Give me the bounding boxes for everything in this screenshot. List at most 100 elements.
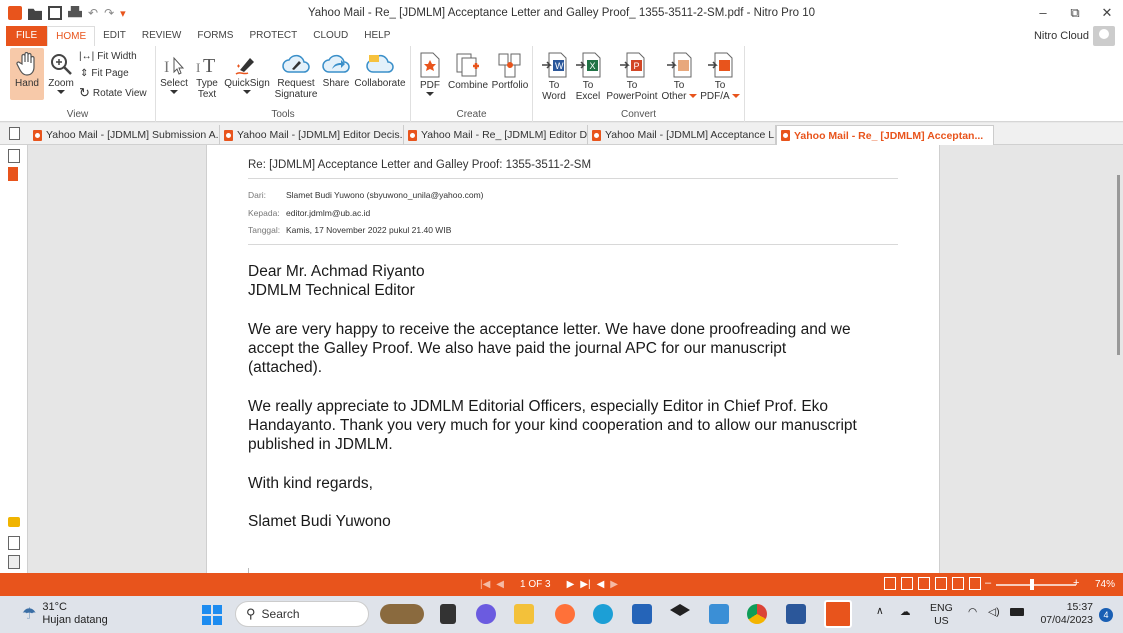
word-app-icon[interactable] xyxy=(786,604,806,624)
beaver-widget-icon[interactable] xyxy=(380,604,424,624)
svg-text:X: X xyxy=(590,61,596,71)
tab-forms[interactable]: FORMS xyxy=(189,26,241,46)
dropbox-icon[interactable] xyxy=(670,604,690,616)
continuous-page-icon[interactable] xyxy=(901,577,913,590)
taskbar-search[interactable]: ⚲ Search xyxy=(235,601,369,627)
account-area[interactable]: Nitro Cloud xyxy=(1034,26,1115,46)
zoom-level[interactable]: 74% xyxy=(1095,579,1115,590)
onedrive-icon[interactable]: ☁ xyxy=(900,606,911,618)
edge-icon[interactable] xyxy=(593,604,613,624)
nitro-app-icon[interactable] xyxy=(824,600,852,628)
last-page-icon[interactable]: ▶| xyxy=(580,579,590,590)
quicksign-button[interactable]: QuickSign xyxy=(224,52,270,94)
first-page-icon[interactable]: |◀ xyxy=(480,579,490,590)
zoom-slider[interactable] xyxy=(996,584,1076,586)
document-tab-active[interactable]: Yahoo Mail - Re_ [JDMLM] Acceptan... ✕ xyxy=(776,125,994,145)
document-tab[interactable]: Yahoo Mail - Re_ [JDMLM] Editor D... xyxy=(404,125,588,145)
document-tab-bar: Yahoo Mail - [JDMLM] Submission A... Yah… xyxy=(0,123,1123,145)
type-text-button[interactable]: IT Type Text xyxy=(192,52,222,100)
select-button[interactable]: I Select xyxy=(158,54,190,94)
pdf-page: Re: [JDMLM] Acceptance Letter and Galley… xyxy=(206,145,940,573)
language-indicator[interactable]: ENG US xyxy=(930,602,953,628)
firefox-icon[interactable] xyxy=(555,604,575,624)
create-pdf-button[interactable]: PDF xyxy=(415,52,445,96)
zoom-button[interactable]: Zoom xyxy=(46,52,76,94)
chat-icon[interactable] xyxy=(476,604,496,624)
attachments-panel-icon[interactable] xyxy=(8,536,20,550)
tab-home[interactable]: HOME xyxy=(47,25,96,47)
to-pdfa-button[interactable]: To PDF/A xyxy=(699,52,741,102)
minimize-button[interactable]: – xyxy=(1027,0,1059,26)
bookmarks-panel-icon[interactable] xyxy=(8,167,18,181)
collaborate-button[interactable]: Collaborate xyxy=(352,52,408,89)
single-page-icon[interactable] xyxy=(884,577,896,590)
file-explorer-icon[interactable] xyxy=(514,604,534,624)
open-folder-icon[interactable] xyxy=(28,8,42,20)
pages-panel-icon[interactable] xyxy=(8,149,20,163)
tab-protect[interactable]: PROTECT xyxy=(241,26,305,46)
task-view-icon[interactable] xyxy=(440,604,456,624)
new-pdf-icon xyxy=(420,52,440,78)
page-indicator[interactable]: 1 OF 3 xyxy=(510,579,561,590)
to-word-button[interactable]: W To Word xyxy=(537,52,571,102)
to-powerpoint-button[interactable]: P To PowerPoint xyxy=(605,52,659,102)
scroll-thumb[interactable] xyxy=(1117,175,1120,355)
previous-page-icon[interactable]: ◀ xyxy=(496,579,504,590)
fit-width-button[interactable]: |↔| Fit Width xyxy=(79,51,137,62)
document-tab[interactable]: Yahoo Mail - [JDMLM] Editor Decis... xyxy=(220,125,404,145)
split-view-icon[interactable] xyxy=(969,577,981,590)
next-page-icon[interactable]: ▶ xyxy=(567,579,575,590)
rotate-view-button[interactable]: ↻ Rotate View xyxy=(79,85,147,101)
email-from: Slamet Budi Yuwono (sbyuwono_unila@yahoo… xyxy=(286,190,484,200)
system-clock[interactable]: 15:37 07/04/2023 xyxy=(1040,601,1093,627)
back-view-icon[interactable]: ◀ xyxy=(597,579,605,590)
forward-view-icon[interactable]: ▶ xyxy=(610,579,618,590)
fullscreen-icon[interactable] xyxy=(952,577,964,590)
request-signature-button[interactable]: Request Signature xyxy=(272,52,320,100)
restore-button[interactable]: ⧉ xyxy=(1059,0,1091,26)
customize-toolbar-icon[interactable]: ▾ xyxy=(120,7,126,20)
weather-widget[interactable]: ☂ 31°C Hujan datang xyxy=(22,601,108,627)
output-panel-icon[interactable] xyxy=(8,555,20,569)
tab-review[interactable]: REVIEW xyxy=(134,26,189,46)
undo-icon[interactable]: ↶ xyxy=(88,6,98,20)
tray-overflow-icon[interactable]: ∧ xyxy=(876,605,884,617)
document-viewport[interactable]: Re: [JDMLM] Acceptance Letter and Galley… xyxy=(28,145,1123,573)
panel-toggle-icon[interactable] xyxy=(9,127,20,140)
comments-panel-icon[interactable] xyxy=(8,517,20,527)
avatar[interactable] xyxy=(1093,26,1115,46)
document-tab[interactable]: Yahoo Mail - [JDMLM] Acceptance L... xyxy=(588,125,776,145)
share-button[interactable]: Share xyxy=(320,52,352,89)
zoom-slider-handle[interactable] xyxy=(1030,579,1034,590)
zoom-out-icon[interactable]: – xyxy=(985,577,991,589)
portfolio-button[interactable]: Portfolio xyxy=(489,52,531,91)
wifi-icon[interactable]: ◠ xyxy=(968,606,977,618)
file-menu[interactable]: FILE xyxy=(6,26,48,46)
close-tab-icon[interactable]: ✕ xyxy=(993,130,994,142)
battery-icon[interactable] xyxy=(1010,608,1024,616)
chrome-icon[interactable] xyxy=(747,604,767,624)
close-button[interactable]: ✕ xyxy=(1091,0,1123,26)
to-excel-button[interactable]: X To Excel xyxy=(571,52,605,102)
save-icon[interactable] xyxy=(48,6,62,20)
redo-icon[interactable]: ↷ xyxy=(104,6,114,20)
zoom-in-icon[interactable]: + xyxy=(1073,577,1079,589)
fit-page-button[interactable]: ⇕ Fit Page xyxy=(80,68,129,79)
start-icon[interactable] xyxy=(202,605,222,625)
volume-icon[interactable]: ◁) xyxy=(988,606,1000,618)
store-icon[interactable] xyxy=(632,604,652,624)
combine-button[interactable]: Combine xyxy=(446,52,490,91)
document-tab[interactable]: Yahoo Mail - [JDMLM] Submission A... xyxy=(29,125,220,145)
tab-help[interactable]: HELP xyxy=(356,26,398,46)
hand-button[interactable]: Hand xyxy=(10,52,44,89)
notepad-icon[interactable] xyxy=(709,604,729,624)
email-paragraph: We are very happy to receive the accepta… xyxy=(248,321,851,376)
print-icon[interactable] xyxy=(68,6,82,18)
to-other-button[interactable]: To Other xyxy=(659,52,699,102)
vertical-scrollbar[interactable] xyxy=(1115,145,1123,573)
facing-pages-icon[interactable] xyxy=(918,577,930,590)
tab-cloud[interactable]: CLOUD xyxy=(305,26,356,46)
facing-continuous-icon[interactable] xyxy=(935,577,947,590)
notification-badge[interactable]: 4 xyxy=(1099,608,1113,622)
tab-edit[interactable]: EDIT xyxy=(95,26,134,46)
